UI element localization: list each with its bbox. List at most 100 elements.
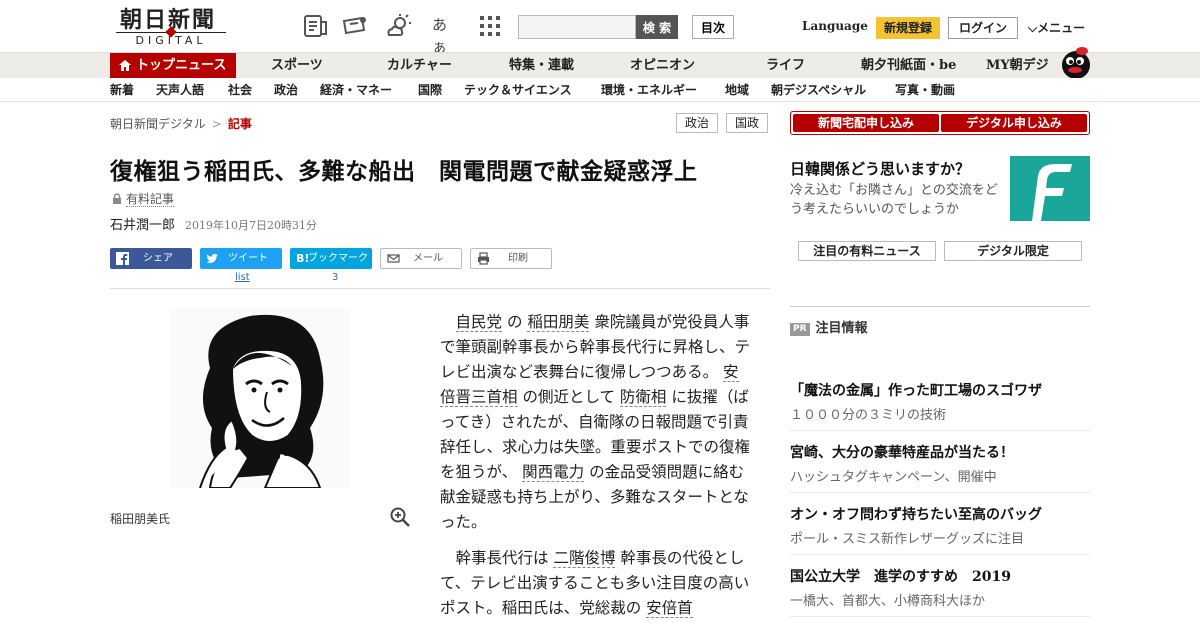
font-size-icon[interactable]: あぁ — [432, 14, 458, 56]
pr-item[interactable]: オン・オフ問わず持ちたい至高のバッグ ポール・スミス新作レザーグッズに注目 — [790, 504, 1090, 547]
twitter-share-button[interactable]: ツイート — [200, 248, 282, 269]
link-defense-minister[interactable]: 防衛相 — [619, 388, 667, 407]
subscribe-box: 新聞宅配申し込み デジタル申し込み — [790, 111, 1090, 135]
nav-features[interactable]: 特集・連載 — [509, 53, 574, 79]
newspaper-icon[interactable] — [302, 14, 328, 38]
asahi-logo[interactable]: 朝日新聞 DIGITAL — [110, 8, 228, 48]
twitter-share-label: ツイート — [228, 253, 268, 264]
pr-heading: PR 注目情報 — [790, 317, 868, 336]
search-input[interactable] — [518, 15, 636, 39]
apps-grid-icon[interactable] — [478, 14, 504, 38]
promo-title[interactable]: 日韓関係どう思いますか？ — [790, 158, 970, 179]
pr-separator — [790, 492, 1090, 493]
pr-item[interactable]: 宮崎、大分の豪華特産品が当たる！ ハッシュタグキャンペーン、開催中 — [790, 442, 1090, 485]
facebook-share-button[interactable]: シェア — [110, 248, 192, 269]
hatena-count[interactable]: 3 — [332, 272, 338, 283]
tag-national-politics[interactable]: 国政 — [726, 113, 768, 133]
nav-environment[interactable]: 環境・エネルギー — [601, 78, 697, 102]
mail-share-label: メール — [413, 253, 443, 264]
nav-top-news[interactable]: トップニュース — [110, 53, 236, 79]
breadcrumb: 朝日新聞デジタル > 記事 — [110, 115, 252, 132]
featured-paid-news-button[interactable]: 注目の有料ニュース — [798, 241, 936, 261]
toc-button[interactable]: 目次 — [692, 15, 734, 39]
nav-society[interactable]: 社会 — [228, 78, 252, 102]
promo-image[interactable] — [1010, 156, 1090, 221]
article-title: 復権狙う稲田氏、多難な船出 関電問題で献金疑惑浮上 — [110, 158, 698, 185]
login-button[interactable]: ログイン — [948, 17, 1018, 39]
pr-item-title: 「魔法の金属」作った町工場のスゴワザ — [790, 383, 1042, 399]
top-header: 朝日新聞 DIGITAL あぁ 検 索 目次 Language 新規登録 ログイ… — [0, 0, 1200, 56]
paid-article-text: 有料記事 — [126, 192, 175, 207]
link-nikai[interactable]: 二階俊博 — [553, 549, 616, 568]
weather-icon[interactable] — [386, 14, 412, 38]
home-icon — [119, 60, 131, 71]
link-abe-2[interactable]: 安倍首 — [646, 599, 693, 618]
breadcrumb-root[interactable]: 朝日新聞デジタル — [110, 117, 206, 131]
byline: 石井潤一郎 2019年10月7日20時31分 — [110, 214, 317, 233]
secondary-nav: 新着 天声人語 社会 政治 経済・マネー 国際 テック＆サイエンス 環境・エネル… — [0, 78, 1200, 102]
nav-opinion[interactable]: オピニオン — [630, 53, 695, 79]
ticket-icon[interactable] — [342, 14, 368, 38]
print-button[interactable]: 印刷 — [470, 248, 552, 269]
pr-separator — [790, 616, 1090, 617]
logo-sub-text: DIGITAL — [116, 32, 226, 48]
menu-button[interactable]: ⌵メニュー — [1028, 19, 1085, 36]
nav-politics[interactable]: 政治 — [274, 78, 298, 102]
nav-culture[interactable]: カルチャー — [387, 53, 452, 79]
signup-button[interactable]: 新規登録 — [876, 17, 940, 39]
author-name: 石井潤一郎 — [110, 218, 176, 233]
breadcrumb-separator: > — [211, 117, 222, 131]
pr-item[interactable]: 国公立大学 進学のすすめ 2019 一橋大、首都大、小樽商科大ほか — [790, 566, 1090, 609]
tag-politics[interactable]: 政治 — [676, 113, 718, 133]
pr-item[interactable]: 「魔法の金属」作った町工場のスゴワザ １０００分の３ミリの技術 — [790, 380, 1090, 423]
nav-sports[interactable]: スポーツ — [271, 53, 323, 79]
chevron-down-icon: ⌵ — [1028, 21, 1038, 35]
nav-region[interactable]: 地域 — [725, 78, 749, 102]
text-run: の側近として — [517, 388, 620, 406]
text-run: 幹事長代行は — [455, 549, 554, 567]
breadcrumb-current: 記事 — [227, 117, 252, 131]
subscribe-digital-button[interactable]: デジタル申し込み — [941, 114, 1087, 132]
search-button[interactable]: 検 索 — [636, 15, 678, 39]
hatena-bookmark-button[interactable]: B! ブックマーク — [290, 248, 372, 269]
pr-badge: PR — [790, 323, 810, 336]
nav-international[interactable]: 国際 — [418, 78, 442, 102]
pr-heading-text: 注目情報 — [815, 321, 868, 336]
nav-latest[interactable]: 新着 — [110, 78, 134, 102]
link-inada[interactable]: 稲田朋美 — [527, 313, 590, 332]
language-link[interactable]: Language — [802, 19, 868, 33]
publish-date: 2019年10月7日20時31分 — [185, 219, 317, 232]
pr-separator — [790, 430, 1090, 431]
zoom-in-icon[interactable] — [390, 507, 410, 527]
pr-item-subtitle: ハッシュタグキャンペーン、開催中 — [790, 470, 997, 485]
print-label: 印刷 — [508, 253, 528, 264]
primary-nav: トップニュース スポーツ カルチャー 特集・連載 オピニオン ライフ 朝夕刊紙面… — [0, 52, 1200, 79]
pr-item-title: 宮崎、大分の豪華特産品が当たる！ — [790, 445, 1014, 461]
pr-separator — [790, 554, 1090, 555]
promo-subtitle[interactable]: 冷え込む「お隣さん」との交流をどう考えたらいいのでしょうか — [790, 181, 1004, 219]
mail-share-button[interactable]: メール — [380, 248, 462, 269]
nav-photo-video[interactable]: 写真・動画 — [895, 78, 955, 102]
mascot-icon[interactable] — [1056, 45, 1092, 79]
link-kepco[interactable]: 関西電力 — [522, 463, 585, 482]
nav-print-edition[interactable]: 朝夕刊紙面・be — [861, 53, 956, 79]
twitter-count[interactable]: list — [235, 272, 250, 283]
nav-special[interactable]: 朝デジスペシャル — [771, 78, 866, 102]
pr-item-subtitle: 一橋大、首都大、小樽商科大ほか — [790, 594, 986, 609]
pr-item-title: 国公立大学 進学のすすめ 2019 — [790, 569, 1011, 585]
pr-item-subtitle: ポール・スミス新作レザーグッズに注目 — [790, 532, 1025, 547]
digital-exclusive-button[interactable]: デジタル限定 — [944, 241, 1082, 261]
subscribe-paper-button[interactable]: 新聞宅配申し込み — [793, 114, 939, 132]
nav-tech-science[interactable]: テック＆サイエンス — [464, 78, 572, 102]
article-paragraph: 自民党 の 稲田朋美 衆院議員が党役員人事で筆頭副幹事長から幹事長代行に昇格し、… — [440, 310, 750, 535]
nav-economy[interactable]: 経済・マネー — [320, 78, 392, 102]
pr-item-subtitle: １０００分の３ミリの技術 — [790, 408, 947, 423]
article-paragraph: 幹事長代行は 二階俊博 幹事長の代役として、テレビ出演することも多い注目度の高い… — [440, 546, 750, 621]
hatena-bookmark-label: ブックマーク — [308, 253, 368, 264]
article-photo[interactable] — [170, 308, 350, 488]
nav-my-asahi[interactable]: MY朝デジ — [986, 53, 1049, 79]
nav-tensei-jingo[interactable]: 天声人語 — [156, 78, 204, 102]
link-ldp[interactable]: 自民党 — [455, 313, 503, 332]
sidebar-divider — [790, 306, 1090, 307]
nav-life[interactable]: ライフ — [766, 53, 805, 79]
